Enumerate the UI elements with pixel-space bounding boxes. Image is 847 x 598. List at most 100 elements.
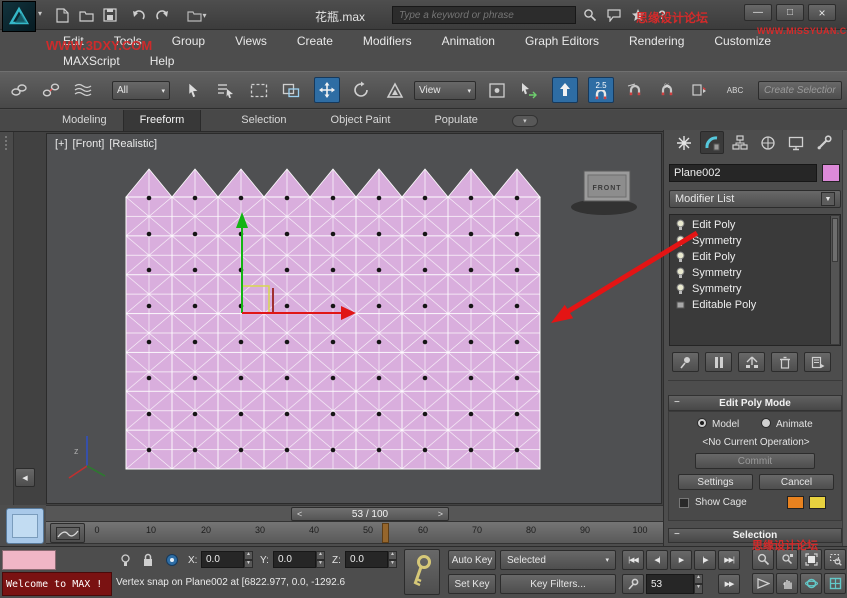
- bind-to-space-warp-button[interactable]: [70, 77, 96, 103]
- display-tab[interactable]: [784, 132, 808, 154]
- menu-graph-editors[interactable]: Graph Editors: [510, 30, 614, 52]
- object-color-swatch[interactable]: [822, 164, 840, 182]
- zoom-button[interactable]: [752, 549, 774, 570]
- cage-color-swatch-1[interactable]: [787, 496, 804, 509]
- zoom-region-button[interactable]: [824, 549, 846, 570]
- viewport-shading-menu[interactable]: [Realistic]: [109, 138, 157, 150]
- mini-curve-editor-button[interactable]: [50, 523, 85, 543]
- go-to-end-key-button[interactable]: ▶▶: [718, 574, 740, 594]
- select-and-place-button[interactable]: [552, 77, 578, 103]
- viewport-front[interactable]: FRONT z [+] [Front] [Realistic]: [46, 133, 662, 504]
- utilities-tab[interactable]: [812, 132, 836, 154]
- x-coord-field[interactable]: 0.0: [201, 551, 244, 568]
- selection-set-dropdown[interactable]: Selected ▾: [500, 550, 616, 570]
- select-object-button[interactable]: [180, 77, 206, 103]
- previous-frame-button[interactable]: ◀|: [646, 550, 668, 570]
- modifier-stack[interactable]: Edit Poly Symmetry Edit Poly Symmetry Sy…: [669, 214, 841, 346]
- menu-group[interactable]: Group: [157, 30, 220, 52]
- selection-filter-dropdown[interactable]: All ▾: [112, 81, 170, 100]
- select-by-name-button[interactable]: [212, 77, 238, 103]
- z-coord-field[interactable]: 0.0: [345, 551, 388, 568]
- modify-tab[interactable]: [700, 131, 724, 154]
- undo-button[interactable]: [128, 6, 148, 24]
- zoom-all-button[interactable]: [776, 549, 798, 570]
- menu-customize[interactable]: Customize: [699, 30, 786, 52]
- logo-dropdown-icon[interactable]: ▾: [38, 9, 42, 18]
- ribbon-tab-freeform[interactable]: Freeform: [123, 110, 202, 131]
- auto-key-button[interactable]: Auto Key: [448, 550, 496, 570]
- stack-scrollbar[interactable]: [830, 216, 839, 344]
- ribbon-tab-populate[interactable]: Populate: [418, 110, 493, 131]
- close-button[interactable]: ×: [808, 4, 836, 21]
- field-of-view-button[interactable]: [752, 573, 774, 594]
- selection-lock-toggle[interactable]: [138, 550, 158, 570]
- current-frame-field[interactable]: 53: [646, 574, 694, 594]
- menu-help[interactable]: Help: [135, 50, 190, 71]
- search-input[interactable]: [392, 6, 576, 24]
- next-frame-arrow[interactable]: >: [438, 509, 443, 519]
- frame-marker[interactable]: [382, 523, 389, 543]
- ribbon-tab-modeling[interactable]: Modeling: [46, 110, 123, 131]
- time-slider-handle[interactable]: < 53 / 100 >: [291, 507, 449, 521]
- absolute-mode-toggle[interactable]: [162, 550, 182, 570]
- angle-snap-toggle-button[interactable]: [622, 77, 648, 103]
- cage-color-swatch-2[interactable]: [809, 496, 826, 509]
- menu-create[interactable]: Create: [282, 30, 348, 52]
- y-coord-field[interactable]: 0.0: [273, 551, 316, 568]
- adaptive-degradation-button[interactable]: [116, 551, 134, 569]
- time-slider-track[interactable]: < 53 / 100 >: [46, 505, 663, 522]
- menu-animation[interactable]: Animation: [427, 30, 510, 52]
- go-to-start-button[interactable]: |◀◀: [622, 550, 644, 570]
- save-file-button[interactable]: [100, 6, 120, 24]
- set-key-button[interactable]: Set Key: [448, 574, 496, 594]
- track-bar[interactable]: 0 10 20 30 40 50 60 70 80 90 100: [46, 522, 663, 544]
- open-file-button[interactable]: [76, 6, 96, 24]
- select-and-move-button[interactable]: [314, 77, 340, 103]
- create-tab[interactable]: [672, 132, 696, 154]
- pin-stack-button[interactable]: [672, 352, 699, 372]
- animate-radio[interactable]: [761, 418, 771, 428]
- menu-maxscript[interactable]: MAXScript: [48, 50, 135, 71]
- make-unique-button[interactable]: [738, 352, 765, 372]
- commit-button[interactable]: Commit: [695, 453, 815, 469]
- modifier-stack-item-edit-poly-2[interactable]: Edit Poly: [670, 249, 840, 265]
- cancel-button[interactable]: Cancel: [759, 474, 834, 490]
- select-and-manipulate-button[interactable]: [516, 77, 542, 103]
- menu-edit[interactable]: Edit: [48, 30, 99, 52]
- viewport-canvas[interactable]: FRONT z: [47, 134, 662, 504]
- modifier-stack-item-symmetry-3[interactable]: Symmetry: [670, 281, 840, 297]
- y-coord-spinner[interactable]: ▲▼: [316, 551, 325, 568]
- maximize-button[interactable]: □: [776, 4, 804, 21]
- minimize-button[interactable]: —: [744, 4, 772, 21]
- use-pivot-point-center-button[interactable]: [484, 77, 510, 103]
- rectangular-selection-region-button[interactable]: [246, 77, 272, 103]
- ribbon-tab-selection[interactable]: Selection: [225, 110, 302, 131]
- window-crossing-toggle-button[interactable]: [278, 77, 304, 103]
- project-folder-button[interactable]: ▾: [182, 6, 212, 24]
- previous-frame-arrow[interactable]: <: [297, 509, 302, 519]
- new-file-button[interactable]: [52, 6, 72, 24]
- menu-tools[interactable]: Tools: [99, 30, 157, 52]
- app-logo[interactable]: [2, 1, 36, 32]
- model-radio[interactable]: [697, 418, 707, 428]
- stack-scrollbar-thumb[interactable]: [832, 218, 838, 262]
- spinner-snap-toggle-button[interactable]: [686, 77, 712, 103]
- object-name-field[interactable]: Plane002: [669, 164, 817, 182]
- search-button[interactable]: [580, 6, 600, 24]
- modifier-list-dropdown[interactable]: Modifier List ▼: [669, 190, 841, 208]
- hierarchy-tab[interactable]: [728, 132, 752, 154]
- modifier-stack-item-edit-poly-1[interactable]: Edit Poly: [670, 217, 840, 233]
- redo-button[interactable]: [152, 6, 172, 24]
- snaps-toggle-button[interactable]: 2.5: [588, 77, 614, 103]
- named-selection-set-dropdown[interactable]: Create Selection: [758, 81, 842, 100]
- set-keys-button[interactable]: [404, 549, 440, 595]
- viewport-general-menu[interactable]: [+]: [55, 138, 68, 150]
- pan-view-button[interactable]: [776, 573, 798, 594]
- x-coord-spinner[interactable]: ▲▼: [244, 551, 253, 568]
- settings-button[interactable]: Settings: [678, 474, 753, 490]
- maxscript-listener-output[interactable]: Welcome to MAX !: [2, 572, 112, 596]
- select-and-scale-button[interactable]: [382, 77, 408, 103]
- menu-modifiers[interactable]: Modifiers: [348, 30, 427, 52]
- zoom-extents-button[interactable]: [800, 549, 822, 570]
- orbit-button[interactable]: [800, 573, 822, 594]
